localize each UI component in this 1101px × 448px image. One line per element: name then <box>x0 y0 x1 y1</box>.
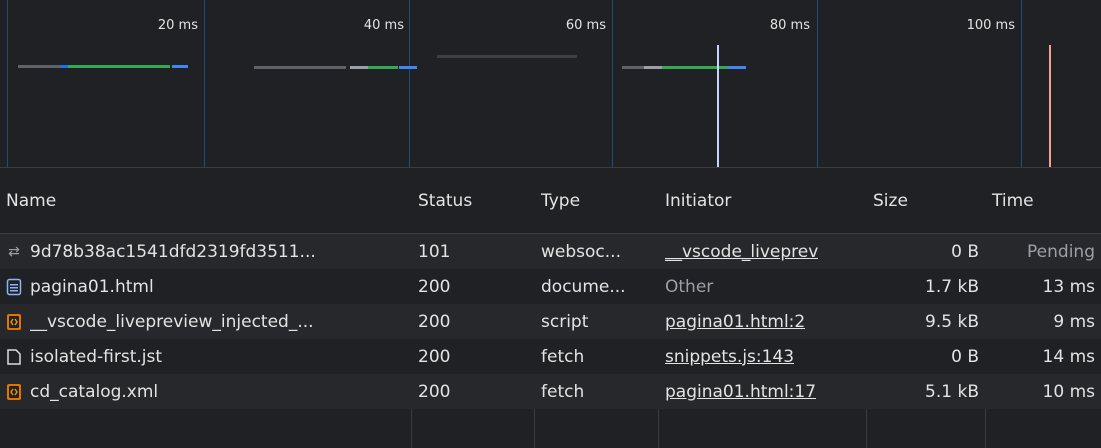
table-row[interactable]: pagina01.html 200 docume... Other 1.7 kB… <box>0 269 1101 304</box>
timeline-tick-label: 20 ms <box>157 18 198 33</box>
dom-content-loaded-marker <box>717 45 719 167</box>
request-name: cd_catalog.xml <box>30 381 159 402</box>
request-name-cell: ⇄ 9d78b38ac1541dfd2319fd3511... <box>0 234 411 269</box>
timeline-gridline <box>409 0 410 168</box>
size-cell: 0 B <box>951 346 979 367</box>
network-panel: 20 ms 40 ms 60 ms 80 ms 100 ms Name Stat… <box>0 0 1101 448</box>
timeline-tick-label: 60 ms <box>565 18 606 33</box>
timeline-gridline <box>1021 0 1022 168</box>
waterfall-waiting-segment <box>44 65 60 68</box>
table-row[interactable]: isolated-first.jst 200 fetch snippets.js… <box>0 339 1101 374</box>
size-cell: 0 B <box>951 241 979 262</box>
time-cell: 14 ms <box>1042 346 1095 367</box>
waterfall-queue-segment <box>622 66 644 69</box>
column-header-time[interactable]: Time <box>986 168 1101 233</box>
waterfall-connect-segment <box>60 65 68 68</box>
timeline-gridline <box>817 0 818 168</box>
type-cell: fetch <box>541 346 585 367</box>
initiator-cell: pagina01.html:17 <box>659 374 866 409</box>
type-cell: docume... <box>541 276 626 297</box>
initiator-link[interactable]: __vscode_liveprev <box>665 242 818 262</box>
document-icon <box>6 278 22 295</box>
type-cell: script <box>541 311 589 332</box>
file-icon <box>7 348 21 365</box>
table-row[interactable]: ⇄ 9d78b38ac1541dfd2319fd3511... 101 webs… <box>0 234 1101 269</box>
timeline-tick-label: 80 ms <box>769 18 810 33</box>
size-cell: 5.1 kB <box>925 381 979 402</box>
request-name: pagina01.html <box>30 276 154 297</box>
column-header-size[interactable]: Size <box>867 168 985 233</box>
table-row[interactable]: cd_catalog.xml 200 fetch pagina01.html:1… <box>0 374 1101 409</box>
initiator-link[interactable]: snippets.js:143 <box>665 347 794 367</box>
timeline-gridline <box>204 0 205 168</box>
initiator-cell: pagina01.html:2 <box>659 304 866 339</box>
initiator-link[interactable]: pagina01.html:2 <box>665 312 805 332</box>
size-cell: 9.5 kB <box>925 311 979 332</box>
xml-icon <box>7 383 21 400</box>
request-name-cell: __vscode_livepreview_injected_... <box>0 304 411 339</box>
type-cell: fetch <box>541 381 585 402</box>
request-name-cell: cd_catalog.xml <box>0 374 411 409</box>
network-request-table: Name Status Type Initiator Size Time ⇄ 9… <box>0 168 1101 448</box>
request-name: 9d78b38ac1541dfd2319fd3511... <box>30 241 316 262</box>
script-icon <box>7 313 21 330</box>
timeline-tick-label: 40 ms <box>363 18 404 33</box>
waterfall-download-segment <box>68 65 170 68</box>
initiator-cell: __vscode_liveprev <box>659 234 866 269</box>
column-header-name[interactable]: Name <box>0 168 411 233</box>
status-cell: 200 <box>418 276 451 297</box>
time-cell: 9 ms <box>1053 311 1095 332</box>
timeline-tick-label: 100 ms <box>966 18 1015 33</box>
request-name-cell: pagina01.html <box>0 269 411 304</box>
type-cell: websoc... <box>541 241 621 262</box>
column-header-status[interactable]: Status <box>412 168 534 233</box>
status-cell: 200 <box>418 381 451 402</box>
initiator-cell: Other <box>665 276 714 297</box>
waterfall-waiting-segment <box>644 66 662 69</box>
network-overview-timeline[interactable]: 20 ms 40 ms 60 ms 80 ms 100 ms <box>0 0 1101 168</box>
waterfall-waiting-segment <box>350 66 368 69</box>
table-header-row: Name Status Type Initiator Size Time <box>0 168 1101 234</box>
request-name: isolated-first.jst <box>30 346 163 367</box>
waterfall-content-segment <box>172 65 188 68</box>
initiator-link[interactable]: pagina01.html:17 <box>665 382 816 402</box>
request-name: __vscode_livepreview_injected_... <box>30 311 314 332</box>
table-row[interactable]: __vscode_livepreview_injected_... 200 sc… <box>0 304 1101 339</box>
size-cell: 1.7 kB <box>925 276 979 297</box>
waterfall-download-segment <box>368 66 398 69</box>
request-name-cell: isolated-first.jst <box>0 339 411 374</box>
status-cell: 200 <box>418 311 451 332</box>
timeline-gridline <box>612 0 613 168</box>
status-cell: 200 <box>418 346 451 367</box>
waterfall-content-segment <box>728 66 746 69</box>
waterfall-waiting-segment <box>254 66 346 69</box>
waterfall-queue-segment <box>18 65 44 68</box>
waterfall-pending-segment <box>437 55 577 58</box>
waterfall-content-segment <box>399 66 417 69</box>
time-cell: Pending <box>1027 241 1095 262</box>
column-header-initiator[interactable]: Initiator <box>659 168 866 233</box>
time-cell: 13 ms <box>1042 276 1095 297</box>
timeline-gridline <box>7 0 8 168</box>
initiator-cell: snippets.js:143 <box>659 339 866 374</box>
load-event-marker <box>1049 45 1051 167</box>
column-header-type[interactable]: Type <box>535 168 658 233</box>
websocket-icon: ⇄ <box>8 243 20 260</box>
time-cell: 10 ms <box>1042 381 1095 402</box>
status-cell: 101 <box>418 241 451 262</box>
